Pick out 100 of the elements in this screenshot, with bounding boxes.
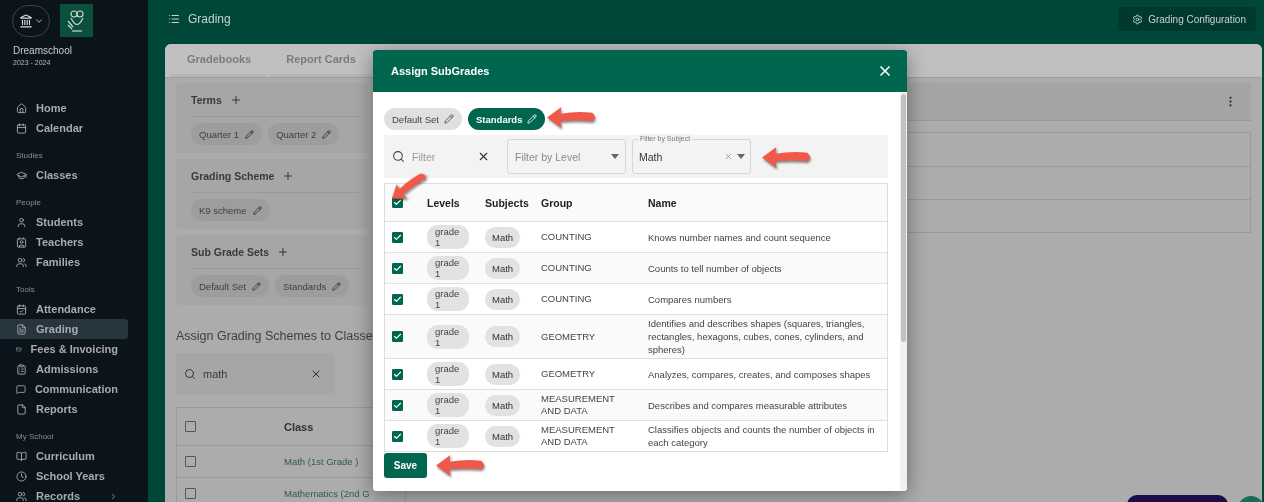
level-tag: grade 1 bbox=[427, 256, 469, 280]
subject-tag: Math bbox=[485, 288, 521, 310]
checkbox[interactable] bbox=[392, 368, 403, 380]
nav-section-heading: My School bbox=[15, 432, 54, 441]
add-icon[interactable] bbox=[229, 93, 242, 106]
pencil-icon bbox=[332, 281, 342, 291]
nav-item[interactable]: Reports bbox=[0, 399, 128, 419]
people-icon bbox=[16, 490, 27, 502]
level-tag: grade 1 bbox=[427, 287, 469, 311]
checkbox[interactable] bbox=[185, 488, 196, 499]
caret-icon bbox=[737, 154, 745, 159]
section-title: Assign Grading Schemes to Classe bbox=[176, 329, 373, 343]
owl-logo bbox=[60, 4, 93, 37]
table-cell-text: Counts to tell number of objects bbox=[648, 261, 783, 276]
column-header: Class bbox=[284, 420, 314, 433]
subject-tag: Math bbox=[485, 326, 521, 347]
page-title: Grading bbox=[188, 12, 232, 26]
nav-item[interactable]: Teachers bbox=[0, 232, 128, 252]
pencil-icon bbox=[444, 114, 454, 124]
config-button[interactable]: Grading Configuration bbox=[1118, 7, 1256, 31]
nav-section-heading: Tools bbox=[15, 285, 35, 294]
checkbox[interactable] bbox=[392, 293, 403, 305]
close-icon[interactable] bbox=[877, 63, 893, 79]
level-tag: grade 1 bbox=[427, 225, 469, 249]
panel-title: Terms bbox=[191, 93, 222, 106]
subject-tag: Math bbox=[485, 257, 521, 279]
dialog-title: Assign SubGrades bbox=[391, 65, 490, 77]
nav-item[interactable]: Curriculum bbox=[0, 446, 128, 466]
checkbox[interactable] bbox=[392, 399, 403, 411]
nav-section-heading: Studies bbox=[15, 151, 43, 160]
annotation-arrow bbox=[436, 453, 486, 478]
set-chip[interactable]: Default Set bbox=[384, 108, 462, 130]
file-icon bbox=[16, 403, 27, 415]
table-cell-text: MEASUREMENT AND DATA bbox=[541, 393, 616, 417]
class-link[interactable]: Math (1st Grade ) bbox=[284, 456, 359, 467]
level-tag: grade 1 bbox=[427, 324, 469, 349]
nav-item[interactable]: Grading bbox=[0, 319, 128, 339]
nav-item[interactable]: Students bbox=[0, 212, 128, 232]
caret-icon bbox=[611, 154, 619, 159]
search-icon bbox=[392, 150, 405, 163]
chip[interactable]: Quarter 1 bbox=[191, 123, 263, 145]
clear-icon[interactable] bbox=[310, 368, 322, 380]
pencil-icon bbox=[322, 129, 332, 139]
house-icon bbox=[16, 102, 27, 114]
pencil-icon bbox=[245, 129, 255, 139]
nav-item[interactable]: Admissions bbox=[0, 359, 128, 379]
filter-input[interactable]: Filter bbox=[412, 150, 470, 163]
checkbox[interactable] bbox=[392, 231, 403, 243]
table-cell-text: COUNTING bbox=[541, 231, 593, 243]
checkbox[interactable] bbox=[185, 456, 196, 467]
list-icon bbox=[168, 13, 180, 25]
chip[interactable]: K9 scheme bbox=[191, 199, 270, 221]
add-icon[interactable] bbox=[282, 169, 295, 182]
person-icon bbox=[16, 216, 27, 228]
pencil-icon bbox=[252, 205, 262, 215]
checkbox[interactable] bbox=[185, 421, 196, 432]
column-header: Name bbox=[648, 196, 677, 209]
class-link[interactable]: Mathematics (2nd G bbox=[284, 488, 370, 499]
table-cell-text: Analyzes, compares, creates, and composes shapes bbox=[648, 367, 872, 382]
subject-tag: Math bbox=[485, 394, 521, 416]
table-cell-text: Classifies objects and counts the number of objects in each category bbox=[648, 423, 876, 450]
search-value: math bbox=[203, 368, 229, 380]
set-chip[interactable]: Standards bbox=[468, 108, 546, 130]
nav-item[interactable]: Calendar bbox=[0, 118, 128, 138]
nav-item[interactable]: Classes bbox=[0, 165, 128, 185]
checkbox[interactable] bbox=[392, 430, 403, 442]
bank-icon bbox=[18, 13, 33, 28]
subject-tag: Math bbox=[485, 363, 521, 385]
clear-icon[interactable] bbox=[477, 150, 490, 163]
contact-card-icon bbox=[16, 236, 27, 248]
graduation-cap-icon bbox=[16, 169, 27, 181]
calendar-icon bbox=[16, 303, 27, 315]
book-icon bbox=[16, 450, 27, 462]
nav-section-heading: People bbox=[15, 198, 41, 207]
column-header: Subjects bbox=[485, 196, 529, 209]
nav-item[interactable]: Communication bbox=[0, 379, 128, 399]
checkbox[interactable] bbox=[392, 262, 403, 274]
chip[interactable]: Default Set bbox=[191, 275, 269, 297]
nav-item[interactable]: Families bbox=[0, 252, 128, 272]
panel-title: Sub Grade Sets bbox=[191, 245, 270, 258]
level-tag: grade 1 bbox=[427, 424, 469, 448]
column-header: Levels bbox=[427, 196, 460, 209]
chip[interactable]: Quarter 2 bbox=[268, 123, 340, 145]
search-field[interactable]: math bbox=[176, 353, 335, 395]
nav-item[interactable]: Fees & Invoicing bbox=[0, 339, 128, 359]
save-button[interactable]: Save bbox=[384, 453, 427, 478]
table-cell-text: Describes and compares measurable attributes bbox=[648, 398, 849, 413]
nav-item[interactable]: Records bbox=[0, 486, 128, 502]
column-header: Group bbox=[541, 196, 573, 209]
chip[interactable]: Standards bbox=[275, 275, 350, 297]
calendar-icon bbox=[16, 122, 27, 134]
add-icon[interactable] bbox=[277, 245, 290, 258]
nav-item[interactable]: Home bbox=[0, 98, 128, 118]
scrollbar[interactable] bbox=[900, 92, 907, 491]
checkbox[interactable] bbox=[392, 331, 403, 342]
table-cell-text: COUNTING bbox=[541, 293, 593, 305]
table-cell-text: Compares numbers bbox=[648, 292, 733, 307]
settings-icon bbox=[1132, 13, 1144, 25]
nav-item[interactable]: School Years bbox=[0, 466, 128, 486]
nav-item[interactable]: Attendance bbox=[0, 299, 128, 319]
